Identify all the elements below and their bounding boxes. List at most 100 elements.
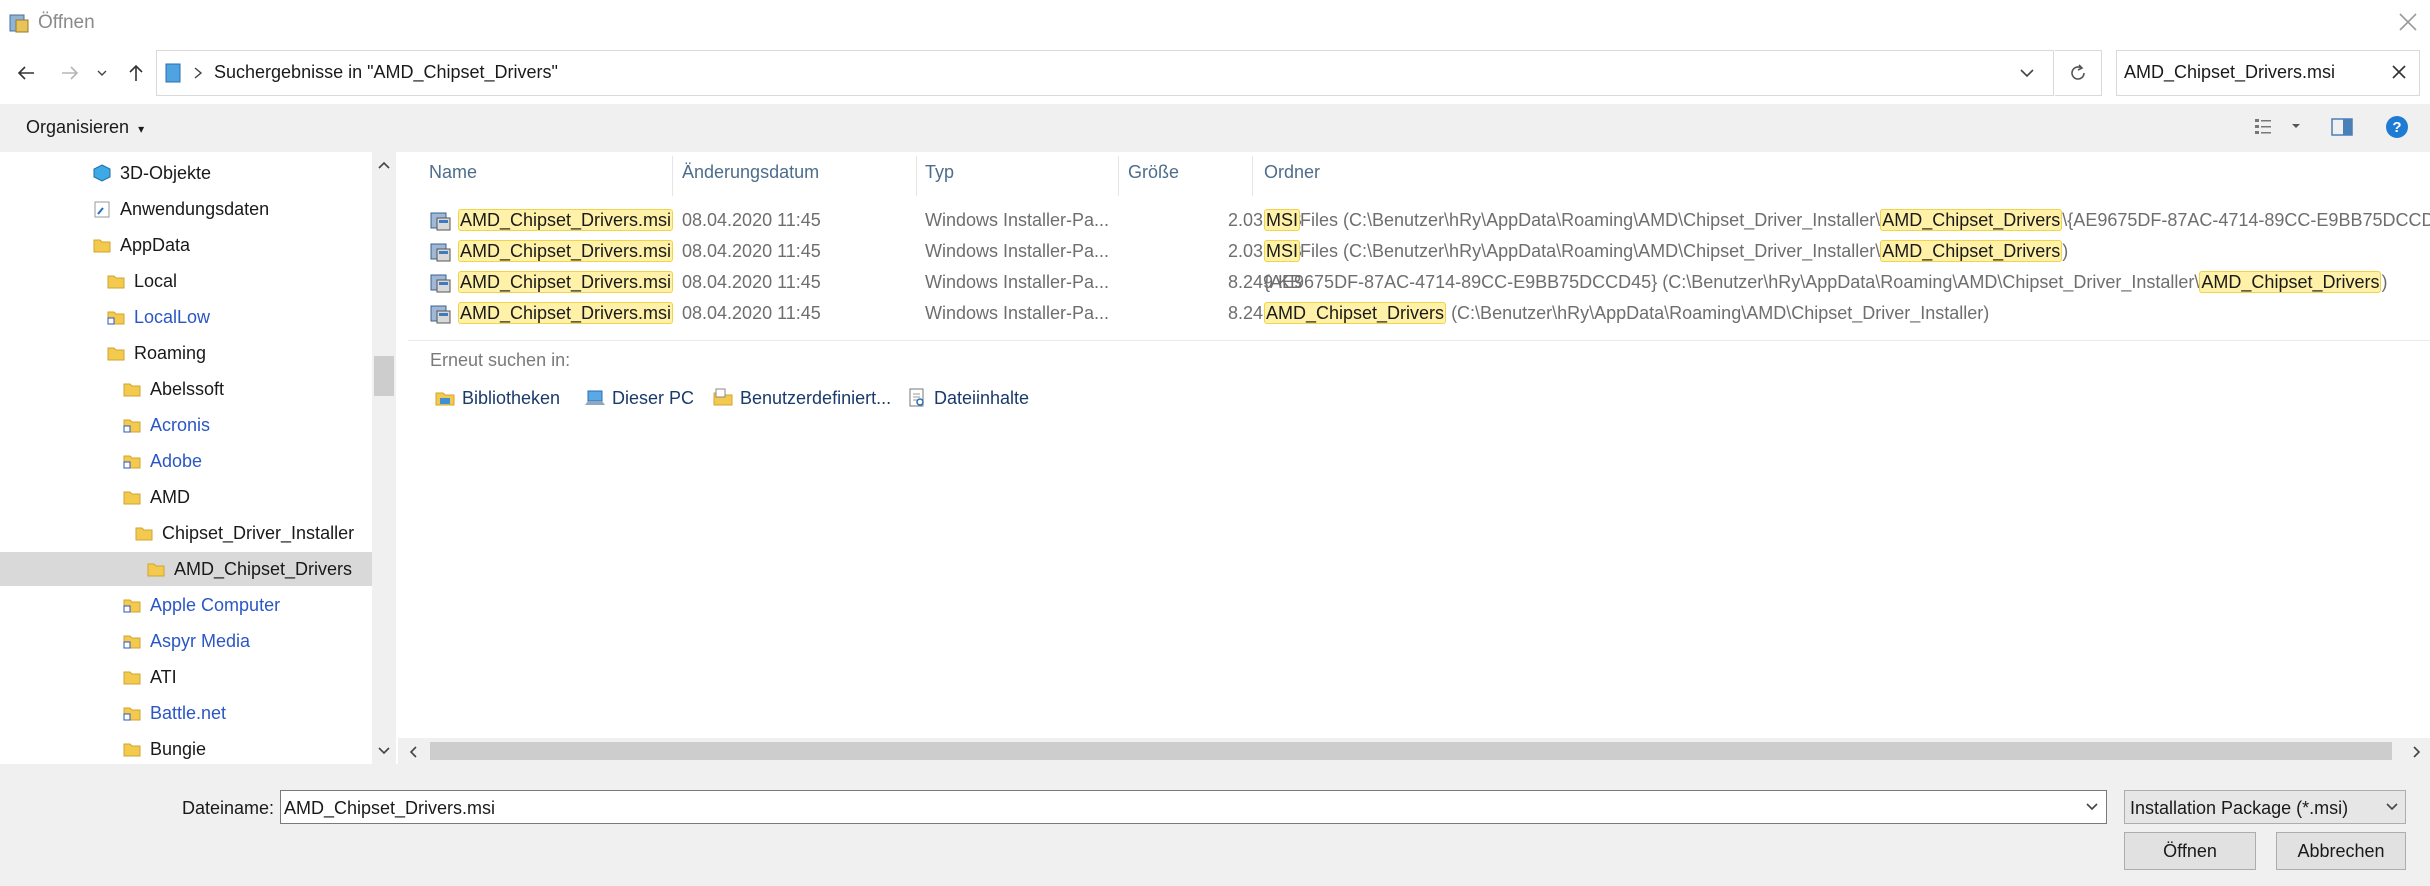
- horizontal-scroll-thumb[interactable]: [430, 742, 2392, 760]
- search-again-item[interactable]: Dateiinhalte: [906, 384, 1029, 412]
- 3d-objects-icon: [92, 163, 112, 183]
- msi-file-icon: [430, 210, 452, 232]
- nav-item[interactable]: Apple Computer: [122, 588, 280, 622]
- scroll-right-icon[interactable]: [2410, 744, 2424, 760]
- column-header-type[interactable]: Typ: [925, 162, 954, 190]
- view-dropdown-icon[interactable]: [2290, 118, 2302, 134]
- file-name[interactable]: AMD_Chipset_Drivers.msi: [458, 240, 674, 262]
- file-name[interactable]: AMD_Chipset_Drivers.msi: [458, 302, 674, 324]
- help-icon[interactable]: ?: [2384, 114, 2410, 140]
- nav-item[interactable]: AMD_Chipset_Drivers: [0, 552, 372, 586]
- folder-path: {AE9675DF-87AC-4714-89CC-E9BB75DCCD45} (…: [1264, 272, 2200, 292]
- results-divider: [408, 340, 2430, 341]
- recent-locations-chevron-icon[interactable]: [92, 59, 112, 87]
- column-divider[interactable]: [1252, 156, 1253, 196]
- nav-item-label: AMD: [150, 486, 190, 507]
- nav-item[interactable]: LocalLow: [106, 300, 210, 334]
- file-folder: {AE9675DF-87AC-4714-89CC-E9BB75DCCD45} (…: [1264, 271, 2388, 293]
- nav-item[interactable]: Acronis: [122, 408, 210, 442]
- folder-path: Files (C:\Benutzer\hRy\AppData\Roaming\A…: [1300, 210, 1881, 230]
- folder-icon: [122, 415, 142, 435]
- column-header-name[interactable]: Name: [429, 162, 477, 190]
- scroll-left-icon[interactable]: [406, 744, 420, 760]
- folder-icon: [122, 451, 142, 471]
- search-again-item[interactable]: Bibliotheken: [434, 384, 560, 412]
- scroll-up-icon[interactable]: [376, 158, 392, 172]
- file-name-text: AMD_Chipset_Drivers.msi: [458, 302, 674, 324]
- organize-button[interactable]: Organisieren ▾: [26, 117, 144, 138]
- column-header-folder[interactable]: Ordner: [1264, 162, 1320, 190]
- search-again-item[interactable]: Benutzerdefiniert...: [712, 384, 891, 412]
- column-header-size[interactable]: Größe: [1128, 162, 1179, 190]
- column-divider[interactable]: [916, 156, 917, 196]
- navigation-pane[interactable]: 3D-Objekte Anwendungsdaten AppData Local Loc…: [0, 152, 372, 764]
- nav-item-label: Abelssoft: [150, 378, 225, 399]
- file-name[interactable]: AMD_Chipset_Drivers.msi: [458, 271, 674, 293]
- folder-highlight: AMD_Chipset_Drivers: [2199, 271, 2382, 293]
- preview-pane-icon[interactable]: [2330, 116, 2354, 138]
- nav-item-label: Battle.net: [150, 702, 227, 723]
- file-name[interactable]: AMD_Chipset_Drivers.msi: [458, 209, 674, 231]
- nav-item[interactable]: Chipset_Driver_Installer: [134, 516, 354, 550]
- nav-item[interactable]: AppData: [92, 228, 190, 262]
- nav-scrollbar[interactable]: [372, 152, 396, 764]
- filename-input[interactable]: AMD_Chipset_Drivers.msi: [284, 798, 495, 819]
- forward-arrow-icon[interactable]: [56, 59, 84, 87]
- folder-icon: [122, 703, 142, 723]
- column-header-date[interactable]: Änderungsdatum: [682, 162, 819, 190]
- folder-path-end: ): [2381, 272, 2388, 292]
- table-row[interactable]: AMD_Chipset_Drivers.msi 08.04.2020 11:45 W…: [430, 237, 2430, 267]
- folder-highlight: MSI: [1264, 240, 1301, 262]
- file-folder: MSI Files (C:\Benutzer\hRy\AppData\Roamin…: [1264, 209, 2430, 231]
- up-arrow-icon[interactable]: [122, 59, 150, 87]
- filename-combobox[interactable]: [280, 790, 2107, 824]
- nav-item-label: Apple Computer: [150, 594, 281, 615]
- column-divider[interactable]: [672, 156, 673, 196]
- nav-item[interactable]: Local: [106, 264, 177, 298]
- nav-item[interactable]: Abelssoft: [122, 372, 224, 406]
- scroll-down-icon[interactable]: [376, 744, 392, 758]
- cancel-button[interactable]: Abbrechen: [2276, 832, 2406, 870]
- open-button[interactable]: Öffnen: [2124, 832, 2256, 870]
- file-type: Windows Installer-Pa...: [925, 210, 1110, 230]
- filename-dropdown-icon[interactable]: [2084, 800, 2100, 814]
- folder-highlight: MSI: [1264, 209, 1301, 231]
- nav-item[interactable]: ATI: [122, 660, 177, 694]
- nav-item-label: 3D-Objekte: [120, 162, 212, 183]
- nav-scroll-thumb[interactable]: [374, 356, 394, 396]
- cancel-button-label: Abbrechen: [2297, 840, 2385, 861]
- search-input[interactable]: AMD_Chipset_Drivers.msi: [2124, 62, 2335, 83]
- search-again-item[interactable]: Dieser PC: [584, 384, 694, 412]
- folder-highlight: AMD_Chipset_Drivers: [1880, 240, 2063, 262]
- close-icon[interactable]: [2396, 10, 2420, 34]
- view-options-icon[interactable]: [2254, 116, 2280, 138]
- folder-icon: [106, 343, 126, 363]
- search-again-item-label: Benutzerdefiniert...: [740, 387, 892, 408]
- file-type: Windows Installer-Pa...: [925, 241, 1110, 261]
- folder-icon: [146, 559, 166, 579]
- nav-item[interactable]: Adobe: [122, 444, 202, 478]
- custom-folder-icon: [712, 387, 734, 409]
- nav-item[interactable]: Anwendungsdaten: [92, 192, 269, 226]
- file-date: 08.04.2020 11:45: [682, 241, 821, 261]
- clear-search-icon[interactable]: [2388, 61, 2410, 83]
- back-arrow-icon[interactable]: [12, 59, 40, 87]
- nav-item[interactable]: Battle.net: [122, 696, 226, 730]
- breadcrumb[interactable]: Suchergebnisse in "AMD_Chipset_Drivers": [214, 62, 558, 83]
- nav-item[interactable]: 3D-Objekte: [92, 156, 211, 190]
- file-type-dropdown-icon[interactable]: [2384, 800, 2400, 814]
- folder-path-end: ): [2062, 241, 2069, 261]
- file-name-text: AMD_Chipset_Drivers.msi: [458, 240, 674, 262]
- table-row[interactable]: AMD_Chipset_Drivers.msi 08.04.2020 11:45 W…: [430, 206, 2430, 236]
- table-row[interactable]: AMD_Chipset_Drivers.msi 08.04.2020 11:45 W…: [430, 268, 2430, 298]
- nav-item[interactable]: AMD: [122, 480, 190, 514]
- breadcrumb-chevron-icon[interactable]: [192, 66, 204, 80]
- column-divider[interactable]: [1118, 156, 1119, 196]
- nav-item[interactable]: Roaming: [106, 336, 206, 370]
- nav-item[interactable]: Bungie: [122, 732, 206, 764]
- refresh-button[interactable]: [2055, 50, 2102, 96]
- this-pc-icon: [584, 387, 606, 409]
- address-dropdown-icon[interactable]: [2018, 64, 2036, 82]
- nav-item[interactable]: Aspyr Media: [122, 624, 250, 658]
- table-row[interactable]: AMD_Chipset_Drivers.msi 08.04.2020 11:45 W…: [430, 299, 2430, 329]
